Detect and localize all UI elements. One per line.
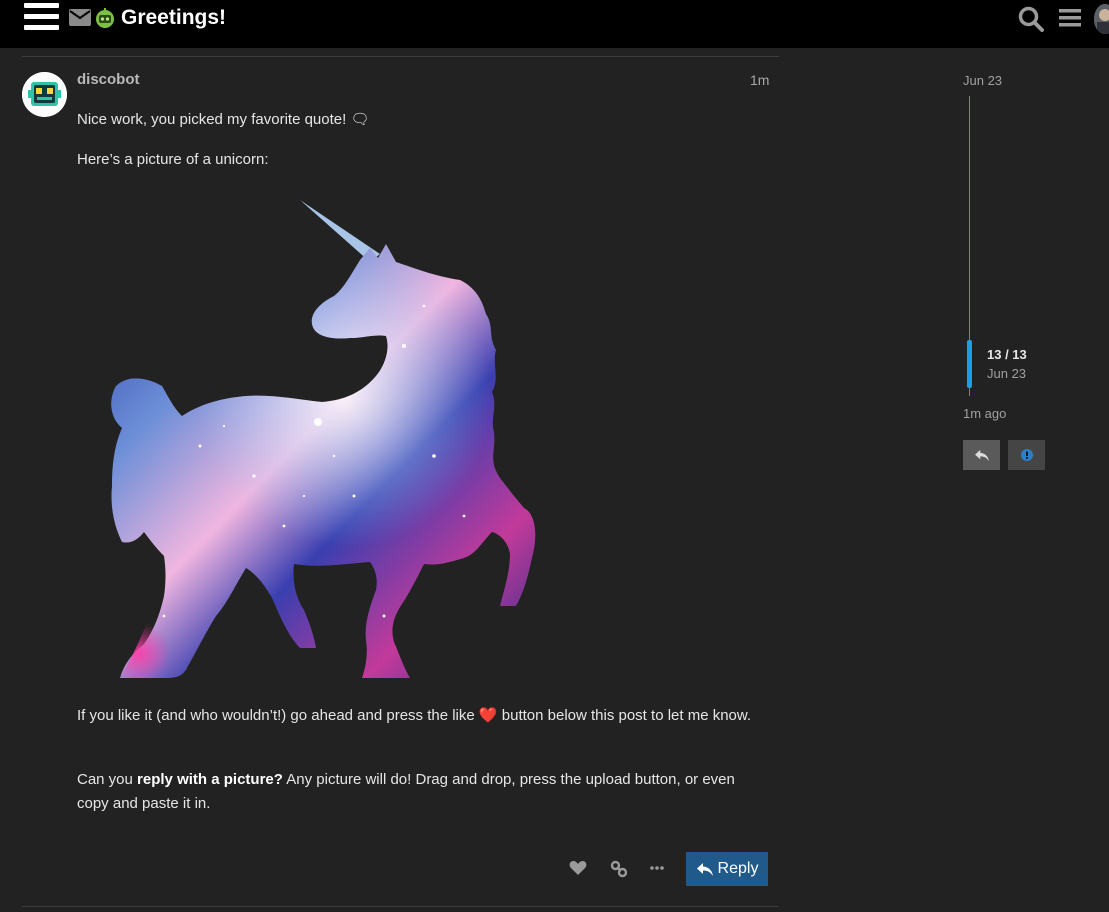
like-heart-icon[interactable] (569, 860, 587, 876)
reply-button[interactable]: Reply (686, 852, 768, 886)
post-paragraph-2: Here’s a picture of a unicorn: (77, 151, 269, 168)
post-username[interactable]: discobot (77, 71, 140, 88)
topic-title[interactable]: Greetings! (121, 4, 226, 32)
timeline-handle[interactable] (967, 340, 972, 388)
post-paragraph-3: If you like it (and who wouldn’t!) go ah… (77, 707, 752, 724)
heart-emoji: ❤️ (478, 707, 498, 724)
reply-button-label: Reply (717, 860, 759, 877)
notification-exclamation-icon (1020, 449, 1033, 461)
timeline-current-date: Jun 23 (987, 366, 1027, 381)
menu-icon[interactable] (1059, 8, 1081, 28)
post-divider-bottom (22, 906, 779, 907)
timeline-start-date[interactable]: Jun 23 (963, 73, 1002, 88)
notification-level-button[interactable] (1008, 440, 1045, 470)
timeline-last-activity[interactable]: 1m ago (963, 406, 1006, 421)
robot-icon (96, 8, 114, 28)
post-paragraph-4: Can you reply with a picture? Any pictur… (77, 771, 735, 812)
timeline-reply-button[interactable] (963, 440, 1000, 470)
discobot-avatar[interactable] (22, 72, 67, 117)
site-header: Greetings! (0, 0, 1109, 48)
more-options-icon[interactable] (650, 866, 664, 870)
unicorn-image (111, 200, 536, 678)
private-message-icon (69, 9, 91, 26)
reply-arrow-icon (696, 862, 713, 876)
post-date[interactable]: 1m (750, 72, 769, 88)
timeline-position: 13 / 13 (987, 347, 1027, 362)
link-icon[interactable] (610, 860, 628, 878)
post-paragraph-1: Nice work, you picked my favorite quote!… (77, 111, 370, 128)
user-avatar[interactable] (1094, 4, 1109, 34)
reply-arrow-icon (974, 449, 989, 461)
search-icon[interactable] (1018, 6, 1044, 32)
post-divider (22, 56, 779, 57)
site-logo[interactable] (24, 3, 59, 31)
